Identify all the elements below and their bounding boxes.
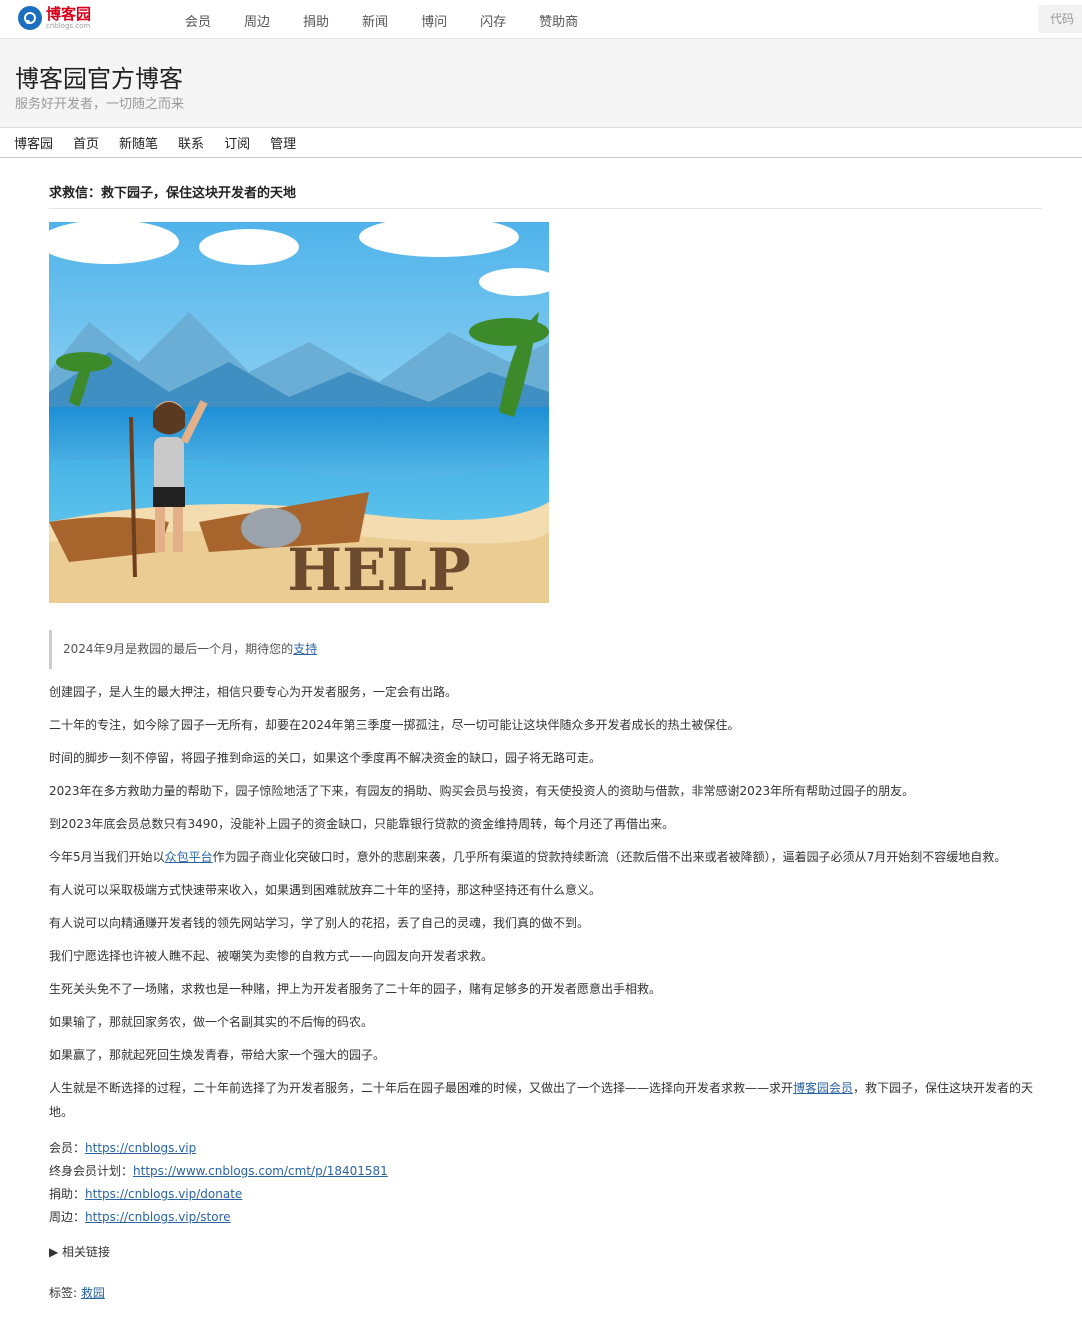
- store-url-link[interactable]: https://cnblogs.vip/store: [85, 1210, 231, 1224]
- blog-nav: 博客园 首页 新随笔 联系 订阅 管理: [0, 128, 1082, 158]
- post-tags: 标签: 救园: [49, 1284, 1042, 1301]
- logo-text: 博客园: [46, 4, 92, 23]
- post-paragraph: 如果赢了，那就起死回生焕发青春，带给大家一个强大的园子。: [49, 1048, 386, 1062]
- post-paragraph: 生死关头免不了一场赌，求救也是一种赌，押上为开发者服务了二十年的园子，赌有足够多…: [49, 982, 662, 996]
- paragraph-text: 作为园子商业化突破口时，意外的悲剧来袭，几乎所有渠道的贷款持续断流（还款后借不出…: [212, 850, 1007, 864]
- post-paragraph: 时间的脚步一刻不停留，将园子推到命运的关口，如果这个季度再不解决资金的缺口，园子…: [49, 751, 602, 765]
- tag-link[interactable]: 救园: [81, 1286, 105, 1300]
- blog-nav-subscribe[interactable]: 订阅: [224, 133, 250, 152]
- paragraph-text: 人生就是不断选择的过程，二十年前选择了为开发者服务，二十年后在园子最困难的时候，…: [49, 1081, 794, 1095]
- post-paragraph: 有人说可以向精通赚开发者钱的领先网站学习，学了别人的花招，丢了自己的灵魂，我们真…: [49, 916, 590, 930]
- nav-store[interactable]: 周边: [244, 11, 270, 30]
- nav-qa[interactable]: 博问: [421, 11, 447, 30]
- blog-nav-home[interactable]: 首页: [73, 133, 99, 152]
- post-paragraph: 今年5月当我们开始以众包平台作为园子商业化突破口时，意外的悲剧来袭，几乎所有渠道…: [49, 845, 1042, 869]
- site-logo[interactable]: 博客园 cnblogs.com: [18, 6, 91, 30]
- tags-label: 标签:: [49, 1286, 78, 1300]
- link-label: 周边：: [49, 1210, 86, 1224]
- post-paragraph: 如果输了，那就回家务农，做一个名副其实的不后悔的码农。: [49, 1015, 374, 1029]
- paragraph-text: 今年5月当我们开始以: [49, 850, 165, 864]
- help-stone-letters: HELP: [287, 536, 470, 603]
- quote-text: 2024年9月是救园的最后一个月，期待您的: [63, 642, 294, 656]
- blog-nav-admin[interactable]: 管理: [270, 133, 296, 152]
- donate-url-link[interactable]: https://cnblogs.vip/donate: [85, 1187, 242, 1201]
- post-paragraph: 有人说可以采取极端方式快速带来收入，如果遇到困难就放弃二十年的坚持，那这种坚持还…: [49, 883, 602, 897]
- link-row-member: 会员：https://cnblogs.vip: [49, 1137, 1042, 1160]
- lifetime-plan-url-link[interactable]: https://www.cnblogs.com/cmt/p/18401581: [133, 1164, 388, 1178]
- blog-header: 博客园官方博客 服务好开发者，一切随之而来: [0, 39, 1082, 128]
- nav-news[interactable]: 新闻: [362, 11, 388, 30]
- logo-domain: cnblogs.com: [46, 21, 91, 30]
- post-title[interactable]: 求救信：救下园子，保住这块开发者的天地: [49, 182, 1042, 209]
- post-paragraph: 我们宁愿选择也许被人瞧不起、被嘲笑为卖惨的自救方式——向园友向开发者求救。: [49, 949, 494, 963]
- member-url-link[interactable]: https://cnblogs.vip: [85, 1141, 196, 1155]
- top-nav: 会员 周边 捐助 新闻 博问 闪存 赞助商: [185, 11, 611, 30]
- link-label: 会员：: [49, 1141, 86, 1155]
- membership-link[interactable]: 博客园会员: [793, 1081, 853, 1095]
- nav-sponsor[interactable]: 赞助商: [539, 11, 578, 30]
- nav-donate[interactable]: 捐助: [303, 11, 329, 30]
- blog-title[interactable]: 博客园官方博客: [15, 59, 183, 94]
- post-paragraph: 2023年在多方救助力量的帮助下，园子惊险地活了下来，有园友的捐助、购买会员与投…: [49, 784, 915, 798]
- blog-subtitle: 服务好开发者，一切随之而来: [15, 97, 185, 112]
- castaway-help-illustration: HELP: [49, 222, 549, 603]
- top-bar: 博客园 cnblogs.com 会员 周边 捐助 新闻 博问 闪存 赞助商 代码: [0, 0, 1082, 39]
- logo-icon: [18, 6, 42, 30]
- crowdsourcing-link[interactable]: 众包平台: [165, 850, 213, 864]
- link-row-donate: 捐助：https://cnblogs.vip/donate: [49, 1183, 1042, 1206]
- support-link[interactable]: 支持: [293, 642, 317, 656]
- post-paragraph: 二十年的专注，如今除了园子一无所有，却要在2024年第三季度一掷孤注，尽一切可能…: [49, 718, 740, 732]
- post-paragraph: 人生就是不断选择的过程，二十年前选择了为开发者服务，二十年后在园子最困难的时候，…: [49, 1076, 1042, 1124]
- link-label: 捐助：: [49, 1187, 86, 1201]
- nav-member[interactable]: 会员: [185, 11, 211, 30]
- link-row-store: 周边：https://cnblogs.vip/store: [49, 1206, 1042, 1229]
- post-paragraph: 到2023年底会员总数只有3490，没能补上园子的资金缺口，只能靠银行贷款的资金…: [49, 817, 675, 831]
- nav-ing[interactable]: 闪存: [480, 11, 506, 30]
- link-label: 终身会员计划：: [49, 1164, 134, 1178]
- blog-nav-cnblogs[interactable]: 博客园: [14, 133, 53, 152]
- blog-nav-new-post[interactable]: 新随笔: [119, 133, 158, 152]
- post: 求救信：救下园子，保住这块开发者的天地 HELP 2024年9月是救园的最后一个…: [49, 182, 1042, 1301]
- link-list: 会员：https://cnblogs.vip 终身会员计划：https://ww…: [49, 1137, 1042, 1229]
- blog-nav-contact[interactable]: 联系: [178, 133, 204, 152]
- link-row-lifetime: 终身会员计划：https://www.cnblogs.com/cmt/p/184…: [49, 1160, 1042, 1183]
- post-paragraph: 创建园子，是人生的最大押注，相信只要专心为开发者服务，一定会有出路。: [49, 685, 458, 699]
- search-input[interactable]: 代码: [1038, 5, 1082, 33]
- related-links-toggle[interactable]: ▶ 相关链接: [49, 1243, 1042, 1260]
- notice-quote: 2024年9月是救园的最后一个月，期待您的支持: [49, 630, 1042, 669]
